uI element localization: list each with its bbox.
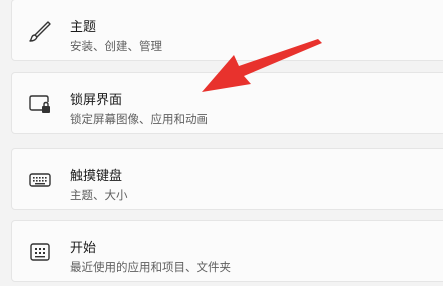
settings-item-start[interactable]: 开始 最近使用的应用和项目、文件夹 <box>11 220 443 282</box>
settings-item-touch-keyboard[interactable]: 触摸键盘 主题、大小 <box>11 148 443 210</box>
start-menu-icon <box>28 241 52 263</box>
settings-item-description: 主题、大小 <box>70 188 128 202</box>
settings-item-title: 触摸键盘 <box>70 169 123 184</box>
lock-screen-icon <box>28 93 52 115</box>
settings-item-title: 锁屏界面 <box>70 93 123 108</box>
settings-item-description: 安装、创建、管理 <box>70 39 162 53</box>
settings-item-description: 最近使用的应用和项目、文件夹 <box>70 260 231 274</box>
settings-item-themes[interactable]: 主题 安装、创建、管理 <box>11 0 443 61</box>
settings-item-title: 开始 <box>70 241 97 256</box>
settings-item-description: 锁定屏幕图像、应用和动画 <box>70 112 208 126</box>
settings-item-lock-screen[interactable]: 锁屏界面 锁定屏幕图像、应用和动画 <box>11 72 443 134</box>
brush-icon <box>28 20 52 42</box>
keyboard-icon <box>28 169 52 191</box>
settings-item-title: 主题 <box>70 20 97 35</box>
